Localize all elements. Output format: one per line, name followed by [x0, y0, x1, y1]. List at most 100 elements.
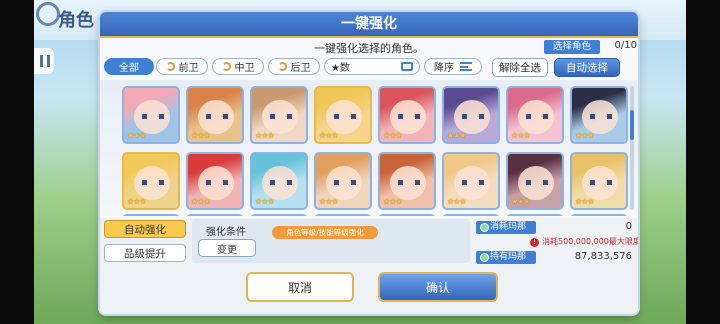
portrait-eyes — [206, 114, 228, 119]
mana-icon — [480, 223, 489, 232]
warning-icon: ! — [530, 238, 539, 247]
cancel-button[interactable]: 取消 — [246, 272, 354, 302]
portrait-eyes — [270, 114, 292, 119]
character-card-partial[interactable] — [314, 214, 372, 216]
star-rating-icon: ★★★ — [127, 131, 146, 140]
star-rating-icon: ★★★ — [447, 197, 466, 206]
character-card[interactable]: ★★★ — [506, 86, 564, 144]
filter-all-button[interactable]: 全部 — [104, 58, 154, 75]
filter-bar: 全部 前卫 中卫 后卫 ★数 降序 解除全选 自动选择 — [104, 58, 620, 77]
deselect-all-label: 解除全选 — [499, 62, 541, 74]
mana-limit-warning: ! 消耗500,000,000最大限度 — [530, 236, 638, 247]
select-count: 0/10 — [614, 40, 637, 51]
backline-icon — [277, 62, 287, 71]
character-card-partial[interactable] — [122, 214, 180, 216]
cost-label-text: 消耗玛那 — [490, 222, 527, 232]
auto-enhance-tab[interactable]: 自动强化 — [104, 220, 186, 238]
star-rating-icon: ★★★ — [447, 131, 466, 140]
filter-middle-button[interactable]: 中卫 — [212, 58, 264, 75]
grid-scroll-thumb[interactable] — [630, 110, 634, 140]
character-card[interactable]: ★★★ — [314, 152, 372, 210]
character-card[interactable]: ★★★ — [250, 152, 308, 210]
filter-back-label: 后卫 — [290, 63, 311, 74]
filter-back-button[interactable]: 后卫 — [268, 58, 320, 75]
portrait-eyes — [334, 114, 356, 119]
confirm-button[interactable]: 确认 — [378, 272, 498, 302]
star-rating-icon: ★★★ — [191, 131, 210, 140]
owned-label: 持有玛那 — [476, 251, 536, 264]
portrait-eyes — [142, 180, 164, 185]
grid-scrollbar[interactable] — [630, 86, 634, 210]
character-card[interactable]: ★★★ — [378, 152, 436, 210]
condition-title: 强化条件 — [206, 227, 246, 238]
portrait-eyes — [142, 114, 164, 119]
deselect-all-button[interactable]: 解除全选 — [492, 58, 548, 77]
character-grid: ★★★ ★★★ ★★★ ★★★ ★★★ ★★★ ★★★ ★★★ ★★★ ★★★ ★★★ ★★★ ★★★ ★… — [100, 80, 638, 216]
character-card-partial[interactable] — [250, 214, 308, 216]
pause-icon[interactable] — [34, 48, 54, 74]
character-card-partial[interactable] — [506, 214, 564, 216]
sort-order-label: 降序 — [434, 63, 454, 74]
dropdown-icon — [401, 62, 413, 71]
character-card[interactable]: ★★★ — [186, 152, 244, 210]
portrait-eyes — [526, 114, 548, 119]
mana-icon — [480, 253, 489, 262]
filter-all-label: 全部 — [119, 63, 139, 74]
portrait-eyes — [590, 180, 612, 185]
sort-field-dropdown[interactable]: ★数 — [324, 58, 420, 75]
rank-up-tab[interactable]: 品级提升 — [104, 244, 186, 262]
character-card[interactable]: ★★★ — [570, 152, 628, 210]
portrait-eyes — [270, 180, 292, 185]
character-card[interactable]: ★★★ — [122, 152, 180, 210]
portrait-eyes — [462, 114, 484, 119]
cost-label: 消耗玛那 — [476, 221, 536, 234]
character-card[interactable]: ★★★ — [186, 86, 244, 144]
cost-row: 消耗玛那 0 — [474, 221, 636, 235]
filter-front-label: 前卫 — [178, 63, 199, 74]
warning-text: 消耗500,000,000最大限度 — [542, 237, 638, 246]
star-rating-icon: ★★★ — [319, 131, 338, 140]
character-card[interactable]: ★★★ — [506, 152, 564, 210]
cancel-label: 取消 — [287, 280, 312, 295]
select-character-label: 选择角色 — [544, 40, 600, 54]
character-card[interactable]: ★★★ — [442, 152, 500, 210]
auto-select-button[interactable]: 自动选择 — [554, 58, 620, 77]
character-card[interactable]: ★★★ — [250, 86, 308, 144]
bulk-enhance-dialog: 一键强化 一键强化选择的角色。 选择角色 0/10 全部 前卫 中卫 后卫 ★数… — [100, 12, 638, 314]
sort-order-button[interactable]: 降序 — [424, 58, 482, 75]
change-condition-label: 变更 — [217, 244, 237, 256]
character-card[interactable]: ★★★ — [378, 86, 436, 144]
sort-icon — [460, 62, 472, 71]
screen-title: 角色 — [58, 10, 94, 31]
owned-row: 持有玛那 87,833,576 — [474, 251, 636, 265]
change-condition-button[interactable]: 变更 — [198, 239, 256, 257]
confirm-label: 确认 — [425, 280, 450, 295]
owned-value: 87,833,576 — [574, 251, 632, 262]
midline-icon — [221, 62, 231, 71]
filter-front-button[interactable]: 前卫 — [156, 58, 208, 75]
back-logo-icon[interactable] — [36, 2, 60, 26]
character-card[interactable]: ★★★ — [442, 86, 500, 144]
character-card-partial[interactable] — [442, 214, 500, 216]
star-rating-icon: ★★★ — [127, 197, 146, 206]
right-bezel — [686, 0, 720, 324]
portrait-eyes — [206, 180, 228, 185]
rank-up-label: 品级提升 — [124, 247, 166, 260]
filter-middle-label: 中卫 — [234, 63, 255, 74]
character-card[interactable]: ★★★ — [570, 86, 628, 144]
character-card-partial[interactable] — [570, 214, 628, 216]
left-bezel — [0, 0, 34, 324]
portrait-eyes — [462, 180, 484, 185]
auto-enhance-label: 自动强化 — [124, 223, 166, 236]
sort-field-label: ★数 — [331, 63, 350, 74]
character-card[interactable]: ★★★ — [122, 86, 180, 144]
character-card[interactable]: ★★★ — [314, 86, 372, 144]
frontline-icon — [165, 62, 175, 71]
mana-cost-panel: 消耗玛那 0 ! 消耗500,000,000最大限度 持有玛那 87,833,57… — [474, 219, 638, 275]
star-rating-icon: ★★★ — [255, 197, 274, 206]
character-card-partial[interactable] — [378, 214, 436, 216]
character-card-partial[interactable] — [186, 214, 244, 216]
owned-label-text: 持有玛那 — [490, 252, 527, 262]
auto-select-label: 自动选择 — [566, 62, 608, 74]
screen: 角色 一键强化 一键强化选择的角色。 选择角色 0/10 全部 前卫 中卫 后卫… — [0, 0, 720, 324]
